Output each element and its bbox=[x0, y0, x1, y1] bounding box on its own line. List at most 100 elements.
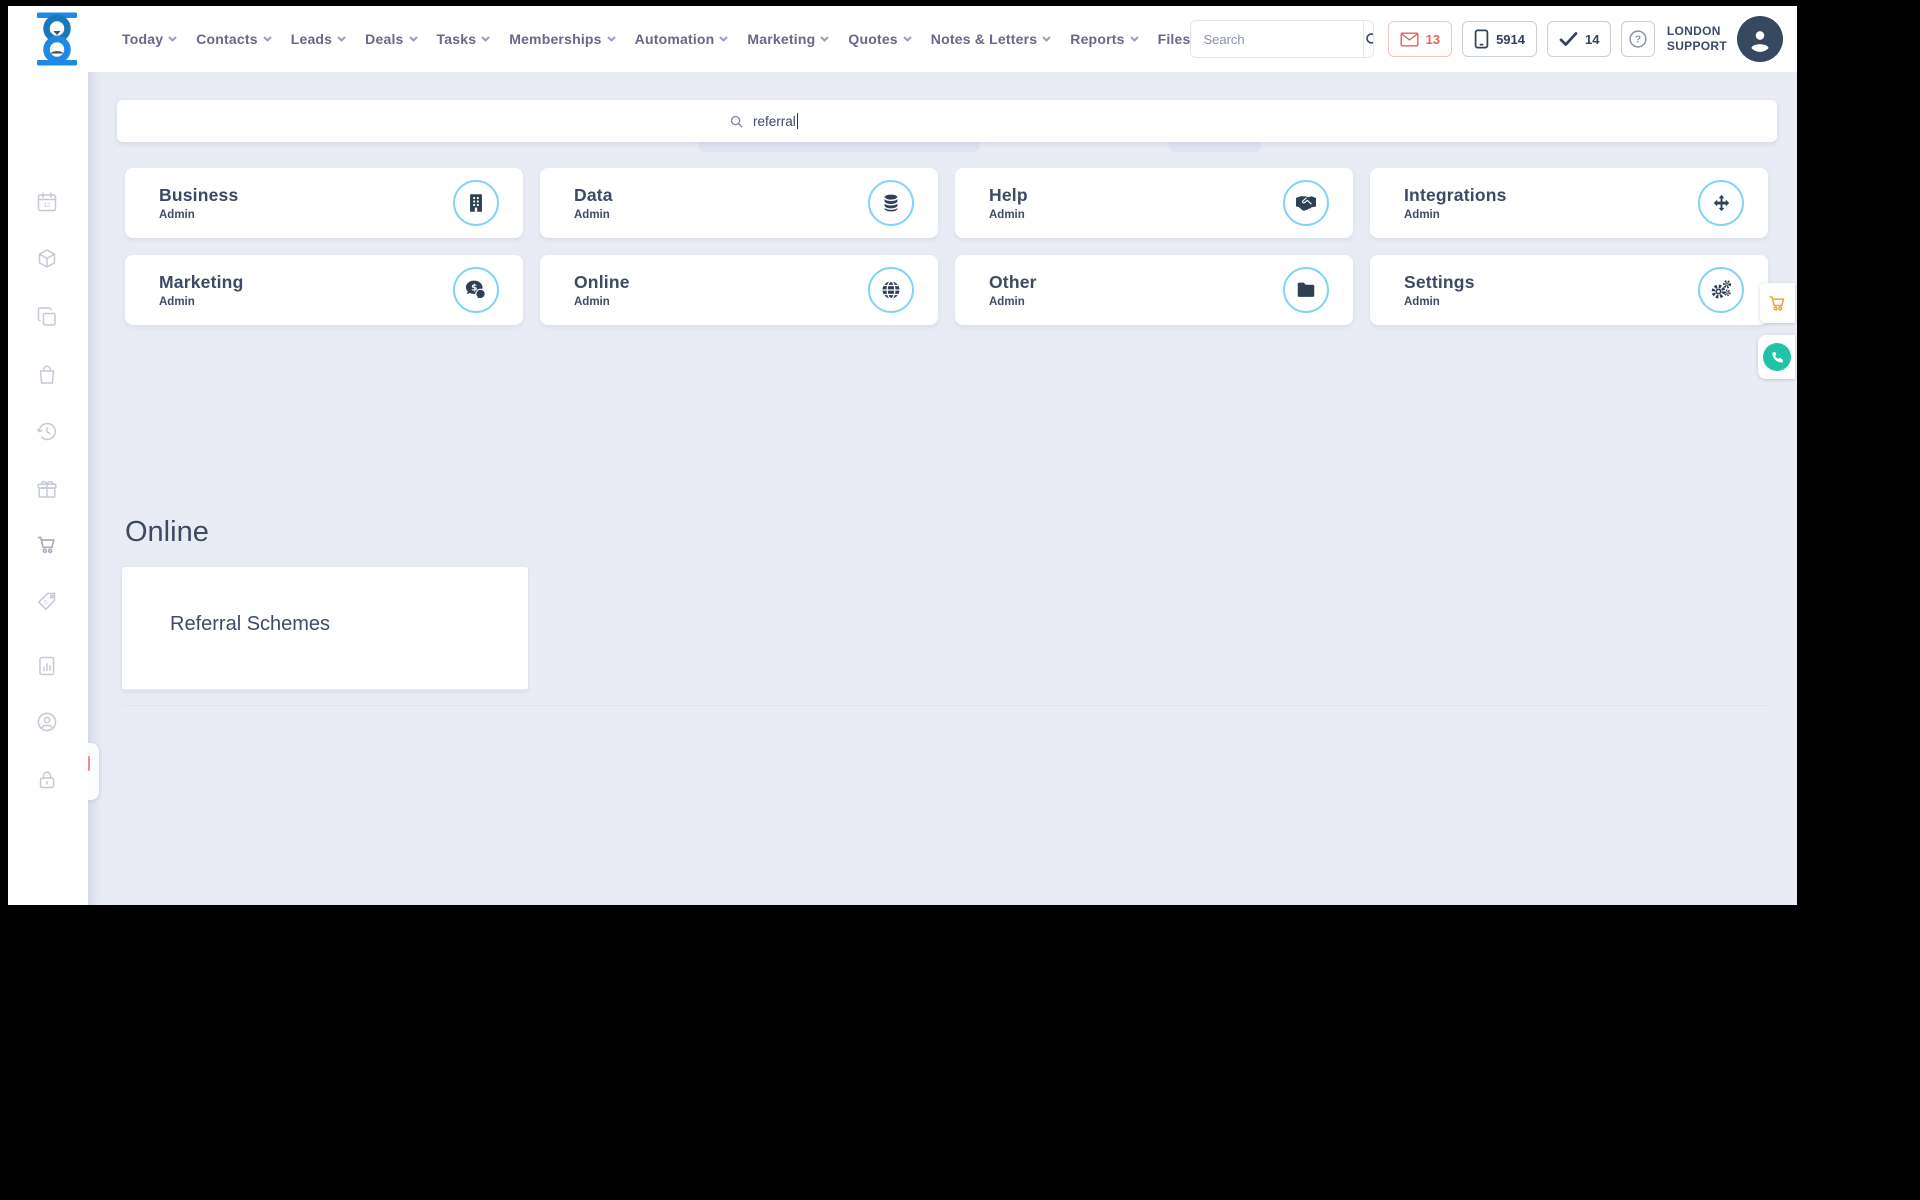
sidebar-item-account[interactable] bbox=[35, 710, 59, 734]
nav-item-notes-letters[interactable]: Notes & Letters bbox=[931, 31, 1051, 47]
call-widget[interactable] bbox=[1758, 335, 1795, 379]
nav-item-marketing[interactable]: Marketing bbox=[747, 31, 830, 47]
sidebar-item-packages[interactable] bbox=[35, 247, 59, 271]
cart-icon bbox=[1769, 295, 1785, 311]
command-search-value: referral bbox=[753, 113, 796, 129]
sidebar-item-orders[interactable] bbox=[35, 363, 59, 387]
lock-icon bbox=[39, 771, 55, 789]
section-heading: Online bbox=[125, 516, 209, 548]
tag-icon: S bbox=[38, 592, 56, 610]
top-header: Today Contacts Leads Deals Tasks Members… bbox=[8, 6, 1797, 72]
text-caret bbox=[796, 113, 799, 129]
search-icon bbox=[1366, 32, 1373, 44]
nav-item-deals[interactable]: Deals bbox=[365, 31, 418, 47]
sidebar-item-security[interactable] bbox=[35, 768, 59, 792]
cart-widget[interactable] bbox=[1760, 283, 1795, 323]
question-circle-icon: ? bbox=[1629, 30, 1647, 48]
card-integrations[interactable]: Integrations Admin bbox=[1370, 168, 1768, 238]
check-icon bbox=[1559, 32, 1578, 46]
gears-icon bbox=[1698, 267, 1744, 313]
admin-cards-grid: Business Admin Data Admin Help Admin Int… bbox=[125, 168, 1768, 325]
tasks-badge[interactable]: 14 bbox=[1547, 21, 1612, 57]
user-avatar[interactable] bbox=[1737, 16, 1783, 62]
drawer-handle[interactable] bbox=[88, 743, 99, 800]
envelope-icon bbox=[1400, 31, 1419, 47]
whatsapp-phone-icon bbox=[1762, 343, 1791, 371]
sidebar-item-calendar[interactable]: 12 bbox=[35, 190, 59, 214]
help-button[interactable]: ? bbox=[1621, 21, 1655, 57]
header-search bbox=[1190, 20, 1374, 58]
sidebar-item-history[interactable] bbox=[35, 420, 59, 444]
cube-icon bbox=[38, 249, 56, 268]
sidebar-item-gift[interactable] bbox=[35, 477, 59, 501]
chevron-down-icon bbox=[481, 36, 490, 42]
gift-icon bbox=[37, 480, 57, 498]
tasks-count: 14 bbox=[1585, 31, 1600, 47]
chevron-down-icon bbox=[337, 36, 346, 42]
copy-icon bbox=[37, 307, 56, 326]
results-card: Referral Schemes bbox=[122, 567, 528, 691]
sidebar-item-reports[interactable] bbox=[35, 654, 59, 678]
person-icon bbox=[1751, 31, 1769, 52]
history-icon bbox=[36, 422, 57, 441]
main-nav: Today Contacts Leads Deals Tasks Members… bbox=[122, 31, 1190, 47]
cart-icon bbox=[37, 536, 55, 554]
search-icon bbox=[730, 115, 743, 127]
chevron-down-icon bbox=[820, 36, 830, 42]
sidebar-item-cart[interactable] bbox=[35, 533, 59, 557]
hourglass-logo[interactable] bbox=[28, 10, 86, 68]
building-icon bbox=[453, 180, 499, 226]
report-document-icon bbox=[39, 656, 55, 676]
sidebar-item-duplicates[interactable] bbox=[35, 305, 59, 329]
svg-text:S: S bbox=[43, 600, 47, 607]
mail-badge[interactable]: 13 bbox=[1387, 21, 1453, 57]
card-data[interactable]: Data Admin bbox=[540, 168, 938, 238]
search-button[interactable] bbox=[1363, 21, 1373, 57]
chevron-down-icon bbox=[1042, 36, 1051, 42]
app-window: Today Contacts Leads Deals Tasks Members… bbox=[8, 6, 1797, 905]
database-icon bbox=[868, 180, 914, 226]
comment-dollar-icon: $ bbox=[453, 267, 499, 313]
left-sidebar: 12 S bbox=[8, 72, 88, 905]
svg-text:?: ? bbox=[1635, 35, 1641, 46]
command-search-bar[interactable]: referral bbox=[117, 100, 1777, 142]
phone-badge[interactable]: 5914 bbox=[1462, 21, 1537, 57]
chevron-down-icon bbox=[408, 36, 418, 42]
folder-icon bbox=[1283, 267, 1329, 313]
card-help[interactable]: Help Admin bbox=[955, 168, 1353, 238]
nav-item-today[interactable]: Today bbox=[122, 31, 177, 47]
card-other[interactable]: Other Admin bbox=[955, 255, 1353, 325]
nav-item-memberships[interactable]: Memberships bbox=[509, 31, 616, 47]
chevron-down-icon bbox=[1129, 36, 1139, 42]
handshake-icon bbox=[1283, 180, 1329, 226]
section-divider bbox=[122, 705, 1768, 706]
nav-item-automation[interactable]: Automation bbox=[635, 31, 729, 47]
shopping-bag-icon bbox=[39, 365, 55, 384]
support-label: LONDON SUPPORT bbox=[1666, 24, 1727, 53]
card-online[interactable]: Online Admin bbox=[540, 255, 938, 325]
calendar-icon: 12 bbox=[37, 192, 57, 212]
result-referral-schemes[interactable]: Referral Schemes bbox=[170, 613, 330, 636]
card-business[interactable]: Business Admin bbox=[125, 168, 523, 238]
mobile-phone-icon bbox=[1474, 29, 1489, 49]
card-marketing[interactable]: Marketing Admin $ bbox=[125, 255, 523, 325]
nav-item-reports[interactable]: Reports bbox=[1070, 31, 1139, 47]
phone-count: 5914 bbox=[1496, 31, 1525, 47]
nav-item-tasks[interactable]: Tasks bbox=[437, 31, 491, 47]
nav-item-quotes[interactable]: Quotes bbox=[848, 31, 912, 47]
nav-item-leads[interactable]: Leads bbox=[291, 31, 346, 47]
chevron-down-icon bbox=[606, 36, 616, 42]
svg-text:12: 12 bbox=[43, 202, 51, 209]
search-input[interactable] bbox=[1191, 21, 1364, 57]
nav-item-files[interactable]: Files bbox=[1158, 31, 1191, 47]
card-settings[interactable]: Settings Admin bbox=[1370, 255, 1768, 325]
globe-icon bbox=[868, 267, 914, 313]
nav-item-contacts[interactable]: Contacts bbox=[196, 31, 272, 47]
chevron-down-icon bbox=[903, 36, 912, 42]
user-circle-icon bbox=[37, 712, 57, 732]
chevron-down-icon bbox=[719, 36, 729, 42]
chevron-down-icon bbox=[262, 36, 272, 42]
move-arrows-icon bbox=[1698, 180, 1744, 226]
chevron-down-icon bbox=[168, 36, 177, 42]
sidebar-item-promotions[interactable]: S bbox=[35, 590, 59, 614]
